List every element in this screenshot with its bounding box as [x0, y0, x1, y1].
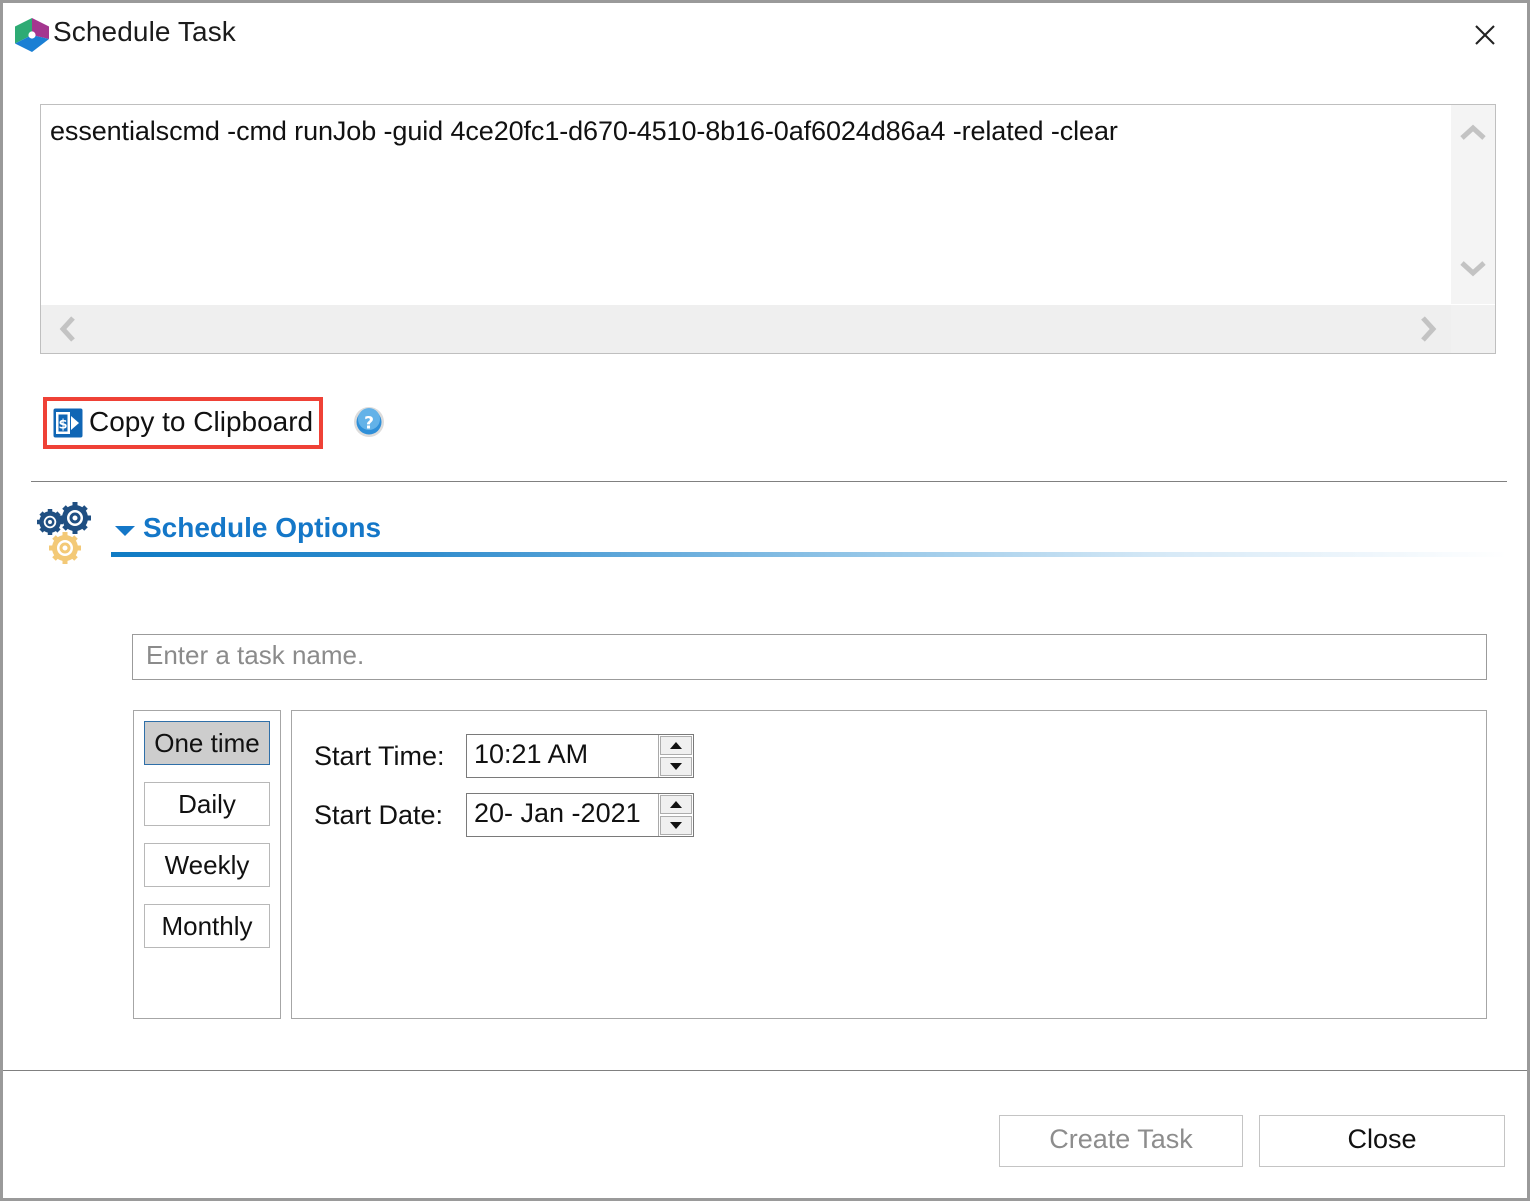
frequency-item-weekly[interactable]: Weekly [144, 843, 270, 887]
start-date-label: Start Date: [314, 799, 444, 830]
start-time-stepper[interactable]: 10:21 AM [466, 734, 694, 778]
command-text: essentialscmd -cmd runJob -guid 4ce20fc1… [50, 116, 1118, 146]
close-icon[interactable] [1457, 11, 1513, 57]
start-date-stepper[interactable]: 20- Jan -2021 [466, 793, 694, 837]
start-time-spin-buttons[interactable] [658, 735, 693, 777]
start-date-value[interactable]: 20- Jan -2021 [467, 794, 658, 836]
caret-down-icon[interactable] [115, 526, 135, 536]
frequency-item-daily[interactable]: Daily [144, 782, 270, 826]
frequency-item-monthly[interactable]: Monthly [144, 904, 270, 948]
title-bar: Schedule Task [3, 3, 1527, 65]
schedule-task-dialog: Schedule Task essentialscmd -cmd runJob … [0, 0, 1530, 1201]
start-time-row: Start Time: 10:21 AM [314, 734, 694, 778]
schedule-options-title: Schedule Options [143, 512, 382, 543]
chevron-left-icon[interactable] [57, 315, 79, 348]
footer-divider [3, 1070, 1527, 1071]
start-date-row: Start Date: 20- Jan -2021 [314, 793, 694, 837]
svg-text:?: ? [364, 414, 374, 434]
vertical-scrollbar[interactable] [1451, 105, 1495, 305]
section-divider-top [31, 481, 1507, 482]
chevron-up-icon[interactable] [1459, 123, 1487, 150]
close-button-label: Close [1347, 1124, 1417, 1154]
frequency-item-one-time[interactable]: One time [144, 721, 270, 765]
spin-up-icon[interactable] [660, 736, 692, 755]
task-name-input[interactable] [132, 634, 1487, 680]
copy-to-clipboard-label: Copy to Clipboard [89, 405, 314, 437]
horizontal-scrollbar[interactable] [41, 304, 1495, 353]
command-textbox[interactable]: essentialscmd -cmd runJob -guid 4ce20fc1… [40, 104, 1496, 354]
create-task-label: Create Task [1049, 1124, 1193, 1154]
chevron-down-icon[interactable] [1459, 256, 1487, 283]
spin-down-icon[interactable] [660, 757, 692, 776]
spin-up-icon[interactable] [660, 795, 692, 814]
create-task-button[interactable]: Create Task [999, 1115, 1243, 1167]
scrollbar-corner [1451, 305, 1495, 353]
section-underline [111, 552, 1507, 557]
window-title: Schedule Task [53, 16, 236, 47]
command-text-area[interactable]: essentialscmd -cmd runJob -guid 4ce20fc1… [41, 105, 1451, 305]
help-question-icon[interactable]: ? [353, 406, 385, 438]
close-button[interactable]: Close [1259, 1115, 1505, 1167]
frequency-label: Monthly [161, 910, 253, 941]
start-date-spin-buttons[interactable] [658, 794, 693, 836]
start-time-value[interactable]: 10:21 AM [467, 735, 658, 777]
gears-icon [33, 500, 95, 566]
chevron-right-icon[interactable] [1417, 315, 1439, 348]
clipboard-copy-icon: $ [53, 408, 83, 438]
schedule-detail-panel: Start Time: 10:21 AM Start Date: 20- Jan… [291, 710, 1487, 1019]
copy-to-clipboard-button[interactable]: $ Copy to Clipboard [43, 397, 324, 449]
frequency-label: One time [154, 727, 260, 758]
spin-down-icon[interactable] [660, 816, 692, 835]
frequency-label: Weekly [164, 849, 250, 880]
cube-logo-icon [12, 15, 52, 55]
frequency-list[interactable]: One time Daily Weekly Monthly [133, 710, 281, 1019]
start-time-label: Start Time: [314, 740, 445, 771]
svg-text:$: $ [58, 418, 67, 433]
frequency-label: Daily [178, 788, 236, 819]
